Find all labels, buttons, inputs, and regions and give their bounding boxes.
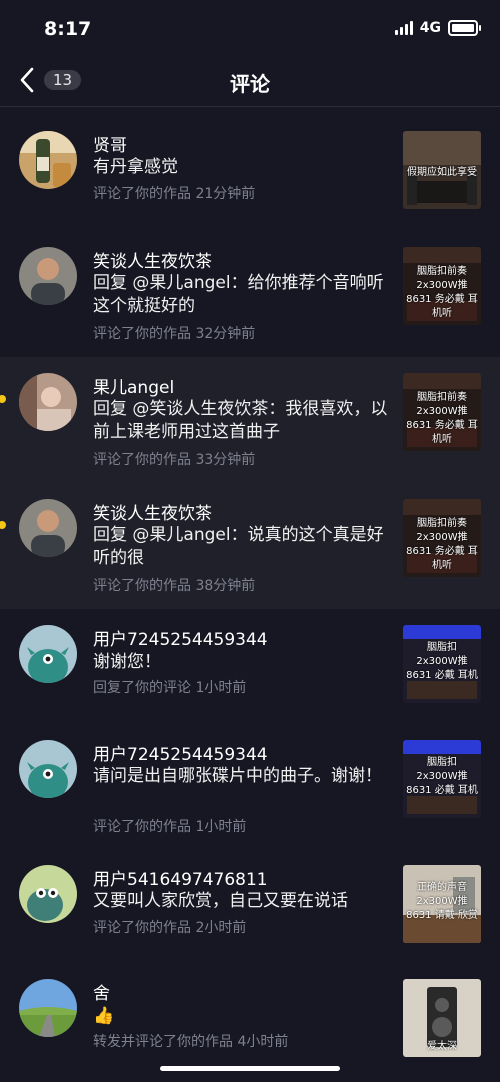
comment-meta: 转发并评论了你的作品 4小时前 — [93, 1034, 289, 1050]
video-thumbnail[interactable]: 爱太深 — [403, 979, 481, 1057]
thumbnail-caption: 胭脂扣 2x300W推8631 必戴 耳机 — [406, 642, 478, 681]
comment-meta: 评论了你的作品 33分钟前 — [93, 452, 256, 468]
commenter-name[interactable]: 用户7245254459344 — [93, 740, 268, 765]
thumbnail-caption: 假期应如此享受 — [407, 167, 477, 178]
avatar[interactable] — [19, 979, 77, 1037]
signal-icon — [394, 21, 413, 35]
comment-item[interactable]: 用户7245254459344 请问是出自哪张碟片中的曲子。谢谢！ 评论了你的作… — [0, 724, 500, 850]
status-time: 8:17 — [44, 18, 92, 40]
video-thumbnail[interactable]: 正确的声音 2x300W推8631 请戴 欣赏 — [403, 865, 481, 943]
avatar[interactable] — [19, 373, 77, 431]
status-indicators: 4G — [394, 20, 481, 36]
nav-bar: 13 评论 — [0, 58, 500, 107]
avatar[interactable] — [19, 131, 77, 189]
avatar[interactable] — [19, 740, 77, 798]
video-thumbnail[interactable]: 假期应如此享受 — [403, 131, 481, 209]
comment-item[interactable]: 用户7245254459344 谢谢您！ 回复了你的评论 1小时前 胭脂扣 2x… — [0, 609, 500, 724]
comment-meta: 评论了你的作品 2小时前 — [93, 920, 247, 936]
comment-item[interactable]: 舍 👍 转发并评论了你的作品 4小时前 爱太深 — [0, 964, 500, 1079]
comment-meta: 评论了你的作品 32分钟前 — [93, 326, 256, 342]
avatar[interactable] — [19, 499, 77, 557]
battery-icon — [448, 20, 481, 36]
commenter-name[interactable]: 果儿angel — [93, 373, 174, 398]
unread-dot — [0, 521, 6, 529]
video-thumbnail[interactable]: 胭脂扣 2x300W推8631 必戴 耳机 — [403, 740, 481, 818]
comment-list: 贤哥 有丹拿感觉 评论了你的作品 21分钟前 假期应如此享受 笑谈人生夜饮茶 回… — [0, 107, 500, 1079]
comment-item[interactable]: 用户5416497476811 又要叫人家欣赏，自己又要在说话 评论了你的作品 … — [0, 850, 500, 964]
avatar[interactable] — [19, 865, 77, 923]
comment-meta: 评论了你的作品 1小时前 — [93, 819, 247, 835]
status-bar: 8:17 4G — [0, 0, 500, 58]
comment-item[interactable]: 贤哥 有丹拿感觉 评论了你的作品 21分钟前 假期应如此享受 — [0, 107, 500, 219]
comment-text: 👍 — [93, 1006, 115, 1026]
video-thumbnail[interactable]: 胭脂扣前奏 2x300W推8631 务必戴 耳机听 — [403, 499, 481, 577]
thumbnail-caption: 胭脂扣前奏 2x300W推8631 务必戴 耳机听 — [406, 518, 478, 571]
home-indicator[interactable] — [160, 1066, 340, 1071]
comment-item[interactable]: 果儿angel 回复 @笑谈人生夜饮茶：我很喜欢，以前上课老师用过这首曲子 评论… — [0, 357, 500, 483]
thumbnail-caption: 胭脂扣前奏 2x300W推8631 务必戴 耳机听 — [406, 266, 478, 319]
thumbnail-caption: 正确的声音 2x300W推8631 请戴 欣赏 — [406, 882, 478, 921]
comment-item[interactable]: 笑谈人生夜饮茶 回复 @果儿angel：给你推荐个音响听这个就挺好的 评论了你的… — [0, 219, 500, 357]
comment-text: 又要叫人家欣赏，自己又要在说话 — [93, 891, 348, 911]
commenter-name[interactable]: 用户5416497476811 — [93, 865, 268, 890]
commenter-name[interactable]: 笑谈人生夜饮茶 — [93, 247, 212, 272]
video-thumbnail[interactable]: 胭脂扣前奏 2x300W推8631 务必戴 耳机听 — [403, 247, 481, 325]
comment-text: 有丹拿感觉 — [93, 157, 178, 177]
thumbnail-caption: 胭脂扣前奏 2x300W推8631 务必戴 耳机听 — [406, 392, 478, 445]
commenter-name[interactable]: 贤哥 — [93, 131, 127, 156]
commenter-name[interactable]: 笑谈人生夜饮茶 — [93, 499, 212, 524]
page-title: 评论 — [230, 72, 270, 96]
comment-text: 回复 @笑谈人生夜饮茶：我很喜欢，以前上课老师用过这首曲子 — [93, 399, 388, 442]
video-thumbnail[interactable]: 胭脂扣前奏 2x300W推8631 务必戴 耳机听 — [403, 373, 481, 451]
thumbnail-caption: 爱太深 — [427, 1041, 457, 1052]
commenter-name[interactable]: 用户7245254459344 — [93, 625, 268, 650]
comment-text: 谢谢您！ — [93, 652, 161, 672]
comment-meta: 评论了你的作品 21分钟前 — [93, 186, 256, 202]
comment-meta: 评论了你的作品 38分钟前 — [93, 578, 256, 594]
avatar[interactable] — [19, 247, 77, 305]
avatar[interactable] — [19, 625, 77, 683]
network-type: 4G — [419, 20, 441, 36]
comment-item[interactable]: 笑谈人生夜饮茶 回复 @果儿angel：说真的这个真是好听的很 评论了你的作品 … — [0, 483, 500, 609]
video-thumbnail[interactable]: 胭脂扣 2x300W推8631 必戴 耳机 — [403, 625, 481, 703]
unread-dot — [0, 395, 6, 403]
commenter-name[interactable]: 舍 — [93, 979, 110, 1004]
comment-text: 请问是出自哪张碟片中的曲子。谢谢！ — [93, 766, 382, 786]
comment-text: 回复 @果儿angel：说真的这个真是好听的很 — [93, 525, 384, 568]
comment-text: 回复 @果儿angel：给你推荐个音响听这个就挺好的 — [93, 273, 384, 316]
comment-meta: 回复了你的评论 1小时前 — [93, 680, 247, 696]
thumbnail-caption: 胭脂扣 2x300W推8631 必戴 耳机 — [406, 757, 478, 796]
